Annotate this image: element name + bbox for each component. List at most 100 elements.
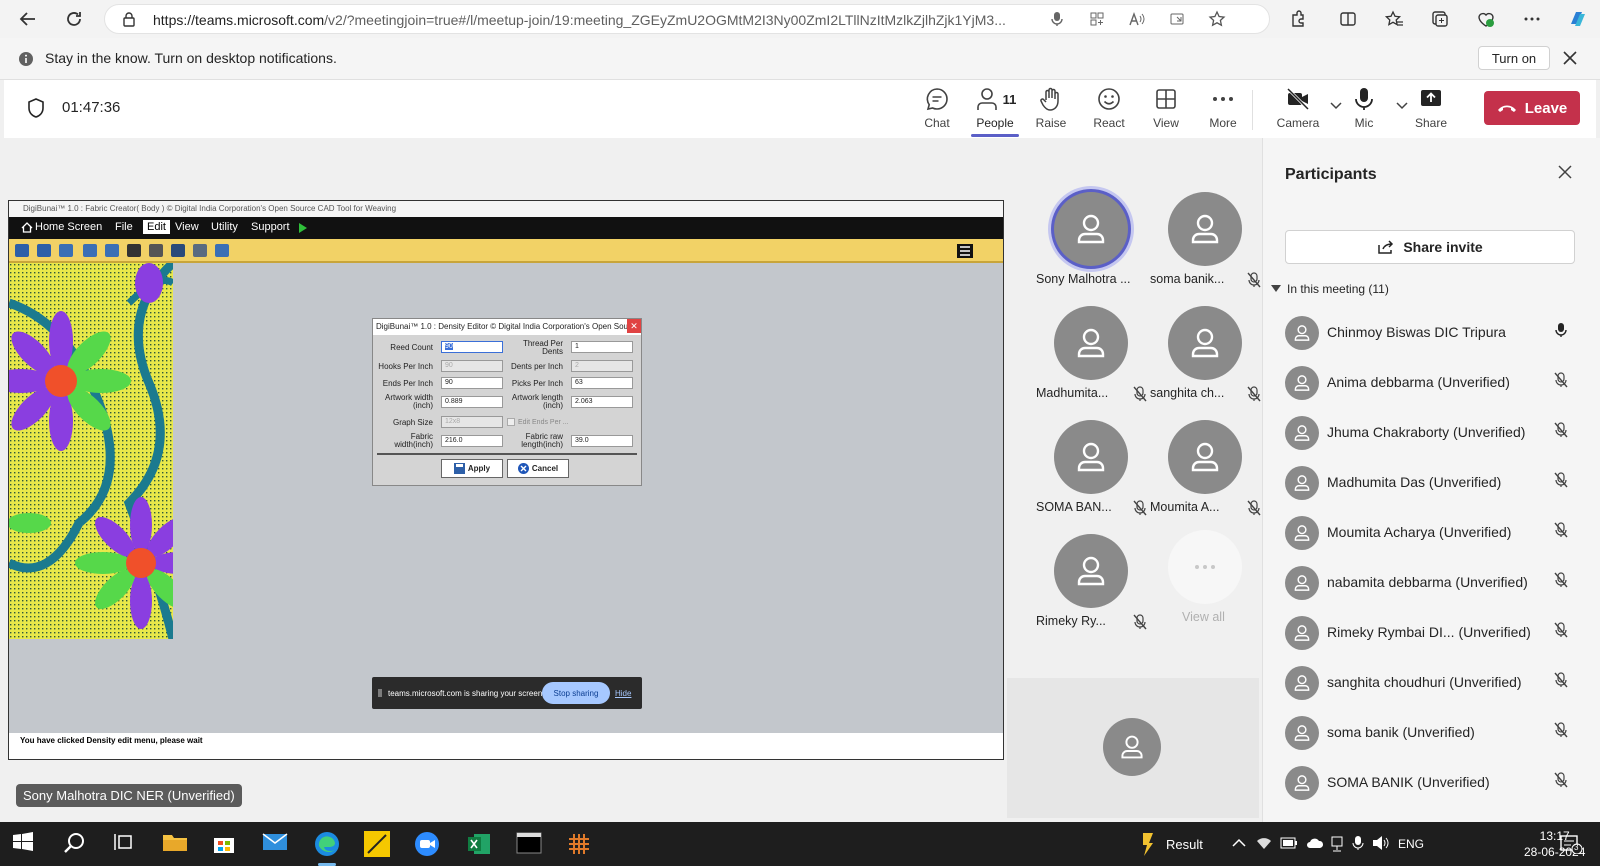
more-options-icon[interactable] <box>1520 7 1544 31</box>
menu-edit[interactable]: Edit <box>143 220 170 234</box>
view-all-tile[interactable]: View all <box>1150 530 1260 642</box>
battery-icon[interactable] <box>1280 837 1298 849</box>
onedrive-icon[interactable] <box>1306 837 1324 849</box>
address-bar[interactable]: https://teams.microsoft.com/v2/?meetingj… <box>104 4 1270 34</box>
terminal-icon[interactable] <box>516 831 542 857</box>
tool-icon[interactable] <box>127 244 141 257</box>
design-canvas[interactable]: DigiBunai™ 1.0 : Density Editor © Digita… <box>9 263 1003 733</box>
back-icon[interactable] <box>16 7 40 31</box>
speaker-icon[interactable] <box>1372 835 1390 851</box>
browser-essentials-icon[interactable] <box>1474 7 1498 31</box>
excel-icon[interactable] <box>466 831 492 857</box>
participant-mic-status[interactable] <box>1553 372 1569 388</box>
chevron-up-icon[interactable] <box>1232 838 1246 848</box>
read-aloud-icon[interactable] <box>1125 7 1149 31</box>
extensions-icon[interactable] <box>1286 7 1310 31</box>
participant-video-tile[interactable]: Sony Malhotra ... <box>1036 192 1146 304</box>
participant-row[interactable]: Rimeky Rymbai DI... (Unverified) <box>1285 610 1585 654</box>
dents-per-inch-input[interactable]: 2 <box>571 360 633 372</box>
participant-mic-status[interactable] <box>1553 722 1569 738</box>
task-view-icon[interactable] <box>112 831 138 857</box>
edge-browser-icon[interactable] <box>314 831 340 857</box>
menu-utility[interactable]: Utility <box>211 221 238 233</box>
apply-button[interactable]: Apply <box>441 459 503 478</box>
file-explorer-icon[interactable] <box>162 831 188 857</box>
share-invite-button[interactable]: Share invite <box>1285 230 1575 264</box>
fabric-raw-length-input[interactable]: 39.0 <box>571 435 633 447</box>
cancel-button[interactable]: Cancel <box>507 459 569 478</box>
participant-video-tile[interactable]: Madhumita... <box>1036 306 1147 418</box>
tool-icon[interactable] <box>59 244 73 257</box>
collections-icon[interactable] <box>1428 7 1452 31</box>
copilot-icon[interactable] <box>1566 7 1590 31</box>
menu-home-screen[interactable]: Home Screen <box>35 221 102 233</box>
menu-file[interactable]: File <box>115 221 133 233</box>
participant-mic-status[interactable] <box>1553 422 1569 438</box>
participant-video-tile[interactable]: Moumita A... <box>1150 420 1261 532</box>
stop-sharing-button[interactable]: Stop sharing <box>542 682 610 704</box>
hamburger-menu-icon[interactable] <box>957 244 973 258</box>
redo-icon[interactable] <box>37 244 51 257</box>
participant-video-tile[interactable]: SOMA BAN... <box>1036 420 1147 532</box>
participant-video-tile[interactable]: Rimeky Ry... <box>1036 534 1147 646</box>
immersive-reader-icon[interactable] <box>1165 7 1189 31</box>
participant-row[interactable]: soma banik (Unverified) <box>1285 710 1585 754</box>
menu-view[interactable]: View <box>175 221 199 233</box>
thread-per-dents-input[interactable]: 1 <box>571 341 633 353</box>
more-button[interactable]: More <box>1194 86 1252 136</box>
picks-per-inch-input[interactable]: 63 <box>571 377 633 389</box>
people-button[interactable]: 11 People <box>966 86 1024 136</box>
play-icon[interactable] <box>298 222 308 234</box>
search-icon[interactable] <box>62 831 88 857</box>
menu-support[interactable]: Support <box>251 221 290 233</box>
undo-icon[interactable] <box>15 244 29 257</box>
favorite-star-icon[interactable] <box>1205 7 1229 31</box>
edit-ends-checkbox[interactable] <box>507 418 515 426</box>
refresh-icon[interactable] <box>62 7 86 31</box>
tool-icon[interactable] <box>105 244 119 257</box>
reed-count-input[interactable]: 90 <box>441 341 503 353</box>
mail-icon[interactable] <box>262 831 288 857</box>
tool-icon[interactable] <box>149 244 163 257</box>
shared-screen[interactable]: DigiBunai™ 1.0 : Fabric Creator( Body ) … <box>8 200 1004 760</box>
favorites-icon[interactable] <box>1382 7 1406 31</box>
turn-on-button[interactable]: Turn on <box>1478 46 1550 70</box>
artwork-length-input[interactable]: 2.063 <box>571 396 633 408</box>
zoom-icon[interactable] <box>414 831 440 857</box>
leave-button[interactable]: Leave <box>1484 91 1580 125</box>
ends-per-inch-input[interactable]: 90 <box>441 377 503 389</box>
participant-video-tile[interactable]: soma banik... <box>1150 192 1261 304</box>
raise-hand-button[interactable]: Raise <box>1022 86 1080 136</box>
participant-row[interactable]: sanghita choudhuri (Unverified) <box>1285 660 1585 704</box>
app-available-icon[interactable] <box>1085 7 1109 31</box>
drag-handle-icon[interactable] <box>378 689 382 697</box>
participant-mic-status[interactable] <box>1553 522 1569 538</box>
app-icon[interactable] <box>566 831 592 857</box>
split-screen-icon[interactable] <box>1336 7 1360 31</box>
fabric-width-input[interactable]: 216.0 <box>441 435 503 447</box>
dialog-close-icon[interactable]: ✕ <box>627 319 641 333</box>
weather-icon[interactable] <box>1140 831 1156 857</box>
lock-icon[interactable] <box>117 7 141 31</box>
participant-mic-status[interactable] <box>1553 472 1569 488</box>
sticky-notes-icon[interactable] <box>364 831 390 857</box>
windows-start-icon[interactable] <box>12 831 38 857</box>
wifi-icon[interactable] <box>1256 836 1272 850</box>
tool-icon[interactable] <box>215 244 229 257</box>
weather-label[interactable]: Result <box>1166 837 1203 852</box>
participant-row[interactable]: Anima debbarma (Unverified) <box>1285 360 1585 404</box>
hide-link[interactable]: Hide <box>615 689 631 698</box>
network-icon[interactable] <box>1330 836 1344 852</box>
notification-center-icon[interactable]: 3 <box>1560 834 1582 854</box>
in-meeting-section-header[interactable]: In this meeting (11) <box>1271 282 1389 296</box>
react-button[interactable]: React <box>1080 86 1138 136</box>
camera-button[interactable]: Camera <box>1269 86 1327 136</box>
participant-video-tile[interactable]: sanghita ch... <box>1150 306 1261 418</box>
microphone-icon[interactable] <box>1352 835 1364 851</box>
participant-mic-status[interactable] <box>1553 622 1569 638</box>
participant-row[interactable]: Madhumita Das (Unverified) <box>1285 460 1585 504</box>
mic-button[interactable]: Mic <box>1335 86 1393 136</box>
close-icon[interactable] <box>1562 50 1578 66</box>
hooks-per-inch-input[interactable]: 90 <box>441 360 503 372</box>
participant-mic-status[interactable] <box>1553 572 1569 588</box>
